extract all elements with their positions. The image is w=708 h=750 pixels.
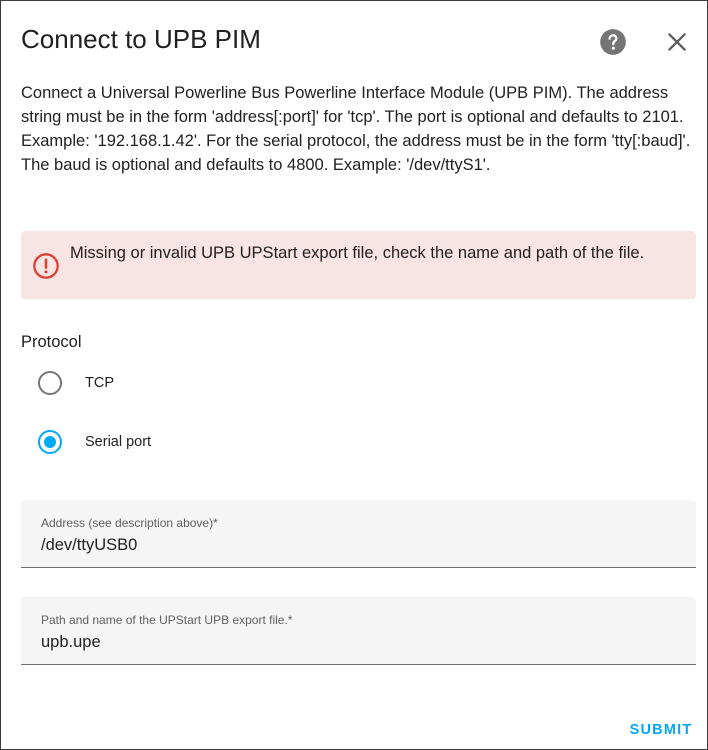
address-input[interactable]: /dev/ttyUSB0 — [41, 534, 137, 556]
help-circle-icon — [600, 29, 626, 55]
file-path-field-label: Path and name of the UPStart UPB export … — [41, 613, 293, 627]
dialog-description: Connect a Universal Powerline Bus Powerl… — [21, 84, 691, 174]
radio-label-tcp: TCP — [85, 375, 114, 391]
radio-checked-icon[interactable] — [37, 429, 63, 455]
config-flow-dialog: Connect to UPB PIM Connect a Universal P… — [0, 0, 708, 750]
file-path-input[interactable]: upb.upe — [41, 631, 101, 653]
file-path-field[interactable]: Path and name of the UPStart UPB export … — [21, 597, 696, 665]
alert-circle-outline-icon — [33, 253, 59, 279]
address-field-label: Address (see description above)* — [41, 516, 218, 530]
submit-button[interactable]: SUBMIT — [621, 715, 701, 745]
radio-unchecked-icon[interactable] — [37, 370, 63, 396]
radio-option-serial-port[interactable]: Serial port — [37, 428, 337, 456]
dialog-title: Connect to UPB PIM — [21, 24, 261, 54]
protocol-label: Protocol — [21, 333, 82, 351]
error-alert: Missing or invalid UPB UPStart export fi… — [21, 231, 696, 299]
radio-label-serial-port: Serial port — [85, 434, 152, 450]
close-button[interactable] — [664, 29, 690, 55]
close-icon — [668, 33, 686, 51]
alert-message: Missing or invalid UPB UPStart export fi… — [70, 244, 645, 262]
help-button[interactable] — [599, 28, 627, 56]
radio-option-tcp[interactable]: TCP — [37, 369, 337, 397]
address-field[interactable]: Address (see description above)* /dev/tt… — [21, 500, 696, 568]
